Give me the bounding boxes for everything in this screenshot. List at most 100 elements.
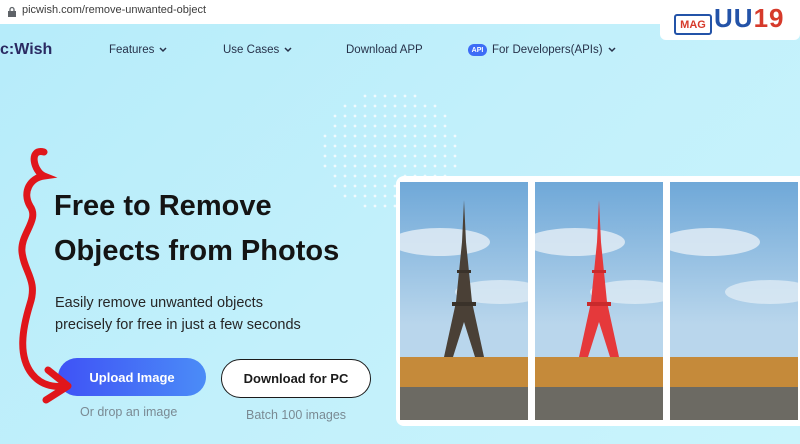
decoration-dot bbox=[333, 174, 337, 178]
decoration-dot bbox=[393, 104, 397, 108]
decoration-dot bbox=[353, 124, 357, 128]
decoration-dot bbox=[373, 204, 377, 208]
original-photo-image bbox=[400, 182, 528, 420]
decoration-dot bbox=[373, 124, 377, 128]
decoration-dot bbox=[333, 114, 337, 118]
decoration-dot bbox=[363, 144, 367, 148]
decoration-dot bbox=[363, 164, 367, 168]
decoration-dot bbox=[443, 164, 447, 168]
decoration-dot bbox=[343, 164, 347, 168]
decoration-dot bbox=[383, 124, 387, 128]
decoration-dot bbox=[363, 114, 367, 118]
decoration-dot bbox=[443, 114, 447, 118]
decoration-dot bbox=[363, 194, 367, 198]
decoration-dot bbox=[413, 124, 417, 128]
decoration-dot bbox=[343, 114, 347, 118]
demo-image-panel bbox=[396, 176, 800, 426]
decoration-dot bbox=[373, 144, 377, 148]
decoration-dot bbox=[453, 134, 457, 138]
decoration-dot bbox=[383, 164, 387, 168]
decoration-dot bbox=[393, 164, 397, 168]
decoration-dot bbox=[453, 164, 457, 168]
nav-developers[interactable]: API For Developers(APIs) bbox=[468, 44, 616, 56]
nav-features[interactable]: Features bbox=[109, 44, 167, 56]
chevron-down-icon bbox=[608, 47, 616, 53]
decoration-dot bbox=[423, 164, 427, 168]
decoration-dot bbox=[393, 94, 397, 98]
decoration-dot bbox=[433, 134, 437, 138]
decoration-dot bbox=[383, 184, 387, 188]
decoration-dot bbox=[343, 194, 347, 198]
download-for-pc-button[interactable]: Download for PC bbox=[221, 359, 371, 398]
decoration-dot bbox=[353, 154, 357, 158]
nav-use-cases-label: Use Cases bbox=[223, 44, 280, 56]
decoration-dot bbox=[363, 184, 367, 188]
decoration-dot bbox=[343, 184, 347, 188]
decoration-dot bbox=[393, 154, 397, 158]
decoration-dot bbox=[333, 154, 337, 158]
decoration-dot bbox=[393, 134, 397, 138]
mag-watermark-logo: MAG UU19 bbox=[660, 2, 800, 40]
decoration-dot bbox=[373, 164, 377, 168]
page-content: c:Wish Features Use Cases Download APP A… bbox=[0, 24, 800, 444]
chevron-down-icon bbox=[159, 47, 167, 53]
decoration-dot bbox=[443, 124, 447, 128]
decoration-dot bbox=[323, 134, 327, 138]
mag-box-text: MAG bbox=[674, 14, 712, 35]
decoration-dot bbox=[433, 164, 437, 168]
decoration-dot bbox=[383, 154, 387, 158]
decoration-dot bbox=[323, 164, 327, 168]
decoration-dot bbox=[373, 174, 377, 178]
decoration-dot bbox=[373, 114, 377, 118]
decoration-dot bbox=[383, 94, 387, 98]
mag-logo-part-b: 19 bbox=[753, 3, 785, 33]
decoration-dot bbox=[373, 104, 377, 108]
lock-icon bbox=[8, 6, 16, 17]
decoration-dot bbox=[353, 164, 357, 168]
decoration-dot bbox=[403, 114, 407, 118]
decoration-dot bbox=[353, 144, 357, 148]
decoration-dot bbox=[423, 144, 427, 148]
decoration-dot bbox=[433, 144, 437, 148]
url-text[interactable]: picwish.com/remove-unwanted-object bbox=[22, 4, 206, 16]
site-logo[interactable]: c:Wish bbox=[0, 41, 52, 59]
decoration-dot bbox=[453, 154, 457, 158]
decoration-dot bbox=[383, 144, 387, 148]
decoration-dot bbox=[363, 124, 367, 128]
decoration-dot bbox=[403, 144, 407, 148]
decoration-dot bbox=[443, 144, 447, 148]
decoration-dot bbox=[423, 124, 427, 128]
decoration-dot bbox=[423, 114, 427, 118]
highlighted-object-photo-image bbox=[535, 182, 663, 420]
decoration-dot bbox=[323, 144, 327, 148]
decoration-dot bbox=[353, 174, 357, 178]
decoration-dot bbox=[403, 134, 407, 138]
decoration-dot bbox=[383, 134, 387, 138]
decoration-dot bbox=[413, 144, 417, 148]
decoration-dot bbox=[333, 164, 337, 168]
decoration-dot bbox=[343, 124, 347, 128]
decoration-dot bbox=[393, 114, 397, 118]
red-annotation-arrow bbox=[18, 148, 72, 404]
decoration-dot bbox=[343, 104, 347, 108]
nav-download-app-label: Download APP bbox=[346, 44, 423, 56]
decoration-dot bbox=[403, 104, 407, 108]
api-badge: API bbox=[468, 44, 487, 56]
decoration-dot bbox=[353, 114, 357, 118]
decoration-dot bbox=[413, 134, 417, 138]
decoration-dot bbox=[343, 144, 347, 148]
decoration-dot bbox=[413, 114, 417, 118]
decoration-dot bbox=[423, 154, 427, 158]
decoration-dot bbox=[433, 124, 437, 128]
decoration-dot bbox=[383, 174, 387, 178]
nav-use-cases[interactable]: Use Cases bbox=[223, 44, 292, 56]
decoration-dot bbox=[333, 124, 337, 128]
decoration-dot bbox=[373, 194, 377, 198]
decoration-dot bbox=[453, 144, 457, 148]
nav-features-label: Features bbox=[109, 44, 155, 56]
decoration-dot bbox=[363, 204, 367, 208]
mag-logo-text: UU19 bbox=[714, 3, 784, 34]
nav-download-app[interactable]: Download APP bbox=[346, 44, 423, 56]
decoration-dot bbox=[363, 134, 367, 138]
decoration-dot bbox=[443, 154, 447, 158]
